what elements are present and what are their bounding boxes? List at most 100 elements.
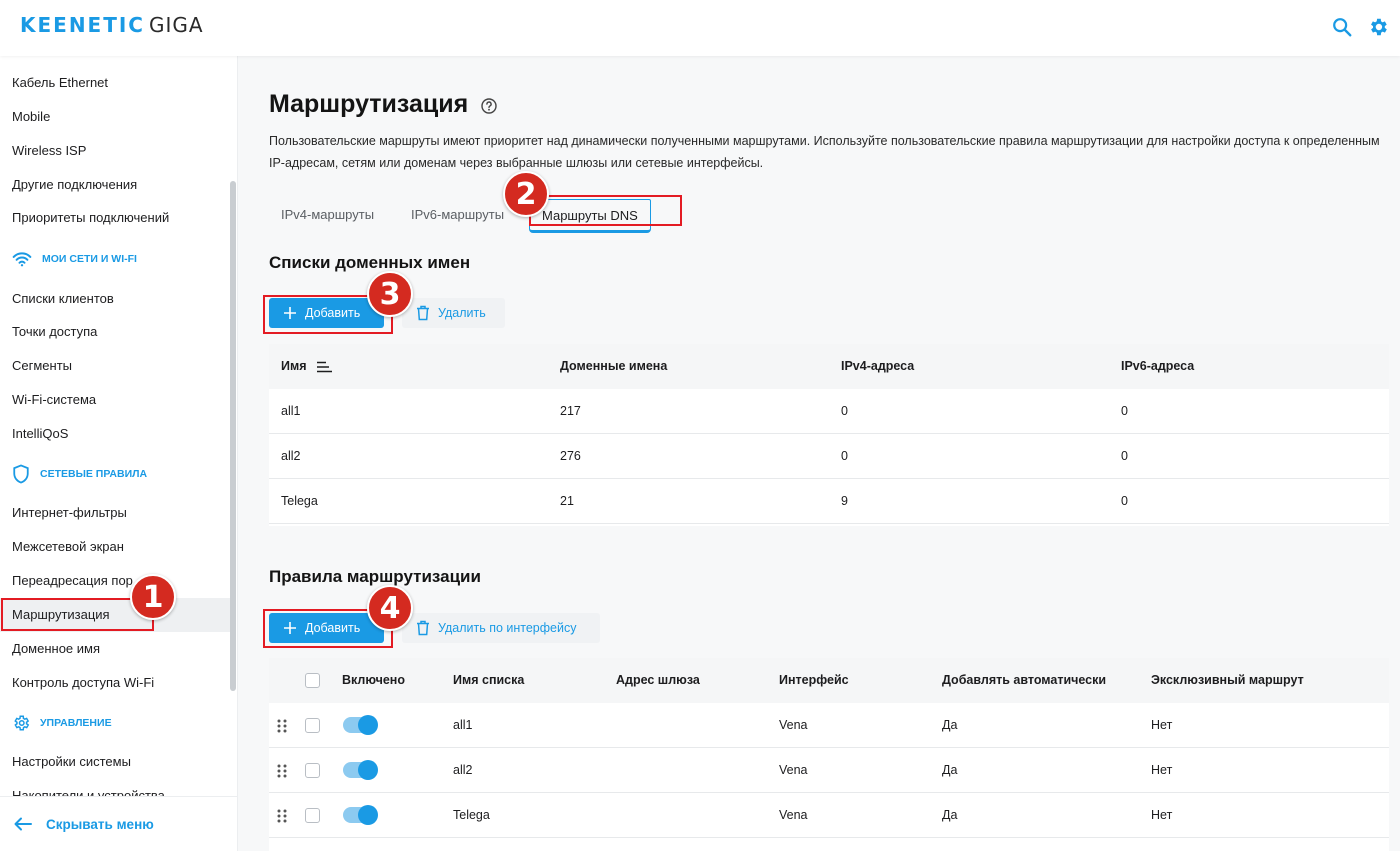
step-badge-2: 2 — [503, 171, 549, 217]
cell-ipv4-count: 9 — [841, 494, 848, 508]
trash-icon — [417, 620, 429, 636]
cell-domain-count: 21 — [560, 494, 574, 508]
sidebar-item-connection-priorities[interactable]: Приоритеты подключений — [0, 201, 230, 235]
sidebar-item-firewall[interactable]: Межсетевой экран — [0, 530, 230, 564]
cell-auto-add: Да — [942, 718, 958, 732]
sidebar-section-management[interactable]: УПРАВЛЕНИЕ — [12, 713, 112, 733]
wifi-icon — [12, 252, 32, 267]
cell-exclusive: Нет — [1151, 808, 1173, 822]
table-row[interactable]: all2 Vena Да Нет — [269, 748, 1389, 793]
arrow-left-icon — [14, 817, 32, 831]
sidebar-item-port-forwarding[interactable]: Переадресация пор — [0, 564, 230, 598]
step-badge-3: 3 — [367, 271, 413, 317]
cell-domain-count: 276 — [560, 449, 581, 463]
brand-name: KEENETIC — [20, 13, 145, 37]
column-header-domain-names: Доменные имена — [560, 359, 668, 373]
cell-exclusive: Нет — [1151, 763, 1173, 777]
sidebar-scrollbar[interactable] — [230, 181, 236, 691]
cell-ipv6-count: 0 — [1121, 404, 1128, 418]
column-header-ipv4: IPv4-адреса — [841, 359, 915, 373]
routing-rules-title: Правила маршрутизации — [269, 567, 481, 586]
cell-list-name: all2 — [453, 763, 473, 777]
sidebar-item-wifi-access-control[interactable]: Контроль доступа Wi-Fi — [0, 666, 230, 700]
enabled-toggle[interactable] — [343, 760, 378, 780]
sidebar-section-network-rules[interactable]: СЕТЕВЫЕ ПРАВИЛА — [12, 464, 147, 484]
delete-by-interface-label: Удалить по интерфейсу — [438, 621, 577, 635]
page-description: Пользовательские маршруты имеют приорите… — [269, 134, 1380, 170]
hide-menu-label: Скрывать меню — [46, 816, 154, 832]
sidebar-item-intelliqos[interactable]: IntelliQoS — [0, 417, 230, 451]
search-icon[interactable] — [1331, 16, 1353, 38]
row-checkbox[interactable] — [305, 763, 320, 778]
sidebar-item-segments[interactable]: Сегменты — [0, 349, 230, 383]
enabled-toggle[interactable] — [343, 715, 378, 735]
cell-auto-add: Да — [942, 763, 958, 777]
shield-icon — [13, 464, 29, 484]
sidebar-item-ethernet[interactable]: Кабель Ethernet — [0, 66, 230, 100]
gear-icon[interactable] — [1367, 16, 1389, 38]
row-checkbox[interactable] — [305, 808, 320, 823]
toggle-knob — [358, 760, 378, 780]
cell-interface: Vena — [779, 808, 808, 822]
page-title: Маршрутизация — [269, 90, 469, 118]
row-checkbox[interactable] — [305, 718, 320, 733]
routing-rules-table: Включено Имя списка Адрес шлюза Интерфей… — [269, 658, 1389, 851]
sidebar-item-system-settings[interactable]: Настройки системы — [0, 745, 230, 779]
top-bar: KEENETIC GIGA — [0, 0, 1400, 56]
sidebar-item-wifi-system[interactable]: Wi-Fi-система — [0, 383, 230, 417]
drag-handle-icon[interactable] — [277, 719, 287, 733]
highlight-box-dns-tab — [529, 195, 682, 226]
sidebar-item-mobile[interactable]: Mobile — [0, 100, 230, 134]
cell-ipv4-count: 0 — [841, 449, 848, 463]
sidebar-section-networks[interactable]: МОИ СЕТИ И WI-FI — [12, 249, 137, 269]
table-row[interactable]: all1 Vena Да Нет — [269, 703, 1389, 748]
sidebar-item-access-points[interactable]: Точки доступа — [0, 315, 230, 349]
hide-menu-button[interactable]: Скрывать меню — [0, 796, 237, 851]
brand-logo[interactable]: KEENETIC GIGA — [20, 13, 204, 37]
cell-list-name: Telega — [453, 808, 490, 822]
main-content: Маршрутизация Пользовательские маршруты … — [239, 56, 1400, 851]
sidebar-item-client-lists[interactable]: Списки клиентов — [0, 282, 230, 316]
table-row[interactable]: all2 276 0 0 — [269, 434, 1389, 479]
enabled-toggle[interactable] — [343, 805, 378, 825]
step-badge-1: 1 — [130, 574, 176, 620]
cell-ipv6-count: 0 — [1121, 449, 1128, 463]
table-header: Имя Доменные имена IPv4-адреса IPv6-адре… — [269, 344, 1389, 389]
sidebar-item-internet-filters[interactable]: Интернет-фильтры — [0, 496, 230, 530]
cell-auto-add: Да — [942, 808, 958, 822]
cell-ipv4-count: 0 — [841, 404, 848, 418]
column-header-ipv6: IPv6-адреса — [1121, 359, 1195, 373]
sidebar-section-label: СЕТЕВЫЕ ПРАВИЛА — [40, 468, 148, 480]
sort-icon[interactable] — [317, 361, 333, 373]
cell-name: Telega — [281, 494, 318, 508]
sidebar-item-domain-name[interactable]: Доменное имя — [0, 632, 230, 666]
cell-ipv6-count: 0 — [1121, 494, 1128, 508]
sidebar-item-other-connections[interactable]: Другие подключения — [0, 168, 230, 202]
table-row[interactable]: Telega 21 9 0 — [269, 479, 1389, 524]
table-row[interactable]: all1 217 0 0 — [269, 389, 1389, 434]
select-all-checkbox[interactable] — [305, 673, 320, 688]
sidebar-section-label: МОИ СЕТИ И WI-FI — [42, 253, 137, 265]
sidebar-item-storage-devices[interactable]: Накопители и устройства — [0, 779, 230, 796]
cell-domain-count: 217 — [560, 404, 581, 418]
drag-handle-icon[interactable] — [277, 809, 287, 823]
toggle-knob — [358, 715, 378, 735]
tab-ipv4-routes[interactable]: IPv4-маршруты — [281, 199, 374, 233]
delete-domain-list-button[interactable]: Удалить — [402, 298, 505, 328]
domain-lists-title: Списки доменных имен — [269, 253, 471, 272]
delete-by-interface-button[interactable]: Удалить по интерфейсу — [402, 613, 600, 643]
help-icon[interactable] — [481, 98, 497, 114]
drag-handle-icon[interactable] — [277, 764, 287, 778]
table-row[interactable]: Telega Vena Да Нет — [269, 793, 1389, 838]
domain-lists-table: Имя Доменные имена IPv4-адреса IPv6-адре… — [269, 344, 1389, 526]
delete-domain-list-label: Удалить — [438, 306, 486, 320]
cell-name: all1 — [281, 404, 301, 418]
tab-ipv6-routes[interactable]: IPv6-маршруты — [411, 199, 504, 233]
sidebar-item-wireless-isp[interactable]: Wireless ISP — [0, 134, 230, 168]
brand-model: GIGA — [148, 13, 204, 37]
column-header-exclusive: Эксклюзивный маршрут — [1151, 673, 1304, 687]
cell-name: all2 — [281, 449, 301, 463]
step-badge-4: 4 — [367, 585, 413, 631]
column-header-name[interactable]: Имя — [281, 344, 307, 389]
toggle-knob — [358, 805, 378, 825]
